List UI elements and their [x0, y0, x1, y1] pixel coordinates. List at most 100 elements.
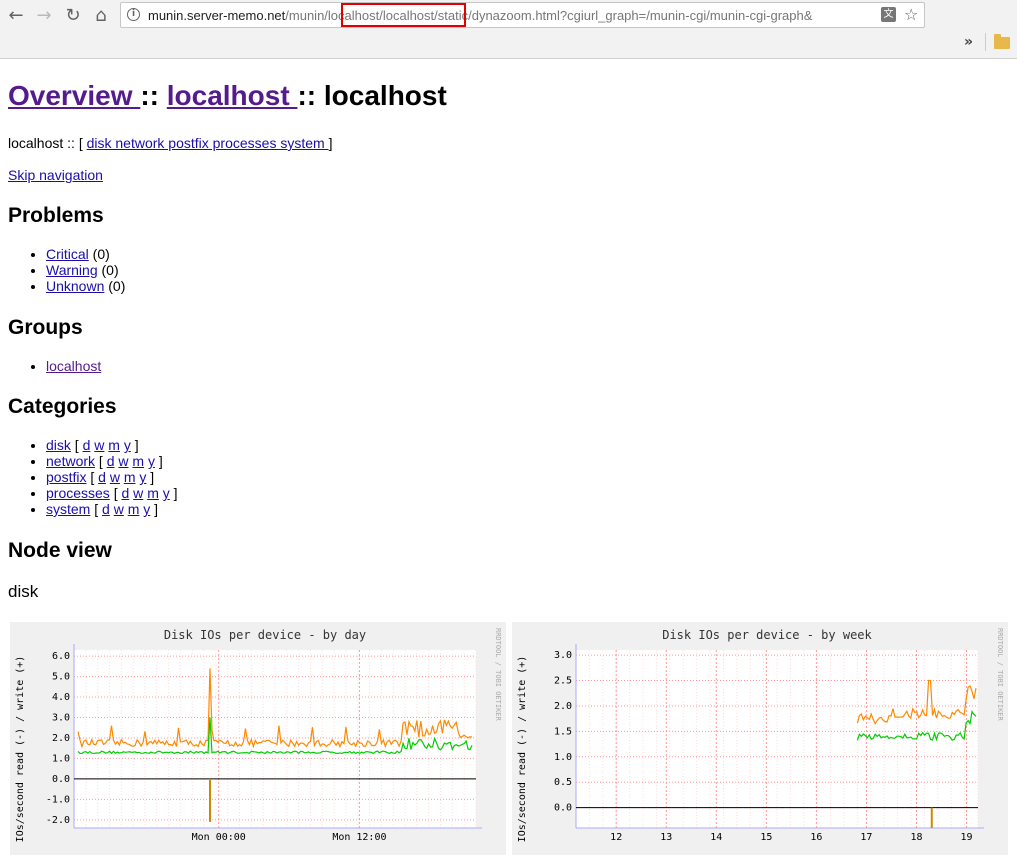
chart-title: Disk IOs per device - by day [164, 628, 366, 642]
y-tick-label: 1.0 [52, 753, 70, 764]
reload-icon[interactable]: ↻ [62, 4, 84, 26]
list-item: localhost [46, 358, 101, 374]
arrow-right-icon[interactable]: → [33, 4, 55, 26]
category-link-postfix[interactable]: postfix [46, 469, 86, 485]
problem-count: (0) [88, 246, 110, 262]
x-tick-label: 14 [710, 832, 722, 843]
bracket-close: ] [150, 501, 159, 517]
title-current: localhost [323, 80, 447, 111]
home-icon[interactable]: ⌂ [90, 4, 112, 26]
y-tick-label: 3.0 [554, 650, 572, 661]
categories-heading: Categories [8, 395, 117, 418]
period-link[interactable]: m [147, 485, 159, 501]
list-item: postfix [ d w m y ] [46, 469, 178, 485]
y-tick-label: 2.0 [554, 701, 572, 712]
url-host: munin.server-memo.net [148, 8, 286, 23]
warning-link[interactable]: Warning [46, 262, 98, 278]
list-item: Critical (0) [46, 246, 125, 262]
period-link[interactable]: w [118, 453, 128, 469]
folder-icon[interactable] [994, 34, 1010, 49]
period-link[interactable]: m [124, 469, 136, 485]
list-item: network [ d w m y ] [46, 453, 178, 469]
bookmarks-overflow-button[interactable]: » [964, 34, 973, 50]
period-link[interactable]: m [128, 501, 140, 517]
list-item: system [ d w m y ] [46, 501, 178, 517]
category-link-network[interactable]: network [46, 453, 95, 469]
disk-ios-week-graph[interactable]: Disk IOs per device - by week RRDTOOL / T… [512, 622, 1008, 855]
y-tick-label: 5.0 [52, 672, 70, 683]
disk-ios-day-graph[interactable]: Disk IOs per device - by day RRDTOOL / TO… [10, 622, 506, 855]
list-item: processes [ d w m y ] [46, 485, 178, 501]
category-link-system[interactable]: system [46, 501, 90, 517]
period-link[interactable]: w [110, 469, 120, 485]
url-text[interactable]: munin.server-memo.net/munin/localhost/lo… [148, 8, 878, 26]
plot-area [576, 650, 978, 828]
period-link[interactable]: y [148, 453, 155, 469]
period-link[interactable]: d [102, 501, 110, 517]
period-link[interactable]: w [94, 437, 104, 453]
x-tick-label: 12 [610, 832, 622, 843]
y-tick-label: 4.0 [52, 692, 70, 703]
y-tick-label: 6.0 [52, 651, 70, 662]
y-tick-label: -1.0 [46, 794, 70, 805]
problem-count: (0) [97, 262, 119, 278]
address-bar[interactable]: i munin.server-memo.net/munin/localhost/… [120, 2, 925, 28]
info-icon[interactable]: i [127, 8, 140, 21]
list-item: Unknown (0) [46, 278, 125, 294]
bracket-close: ] [146, 469, 155, 485]
overview-link[interactable]: Overview [8, 80, 140, 111]
x-tick-label: 19 [961, 832, 973, 843]
bracket-open: [ [70, 437, 83, 453]
group-link-localhost[interactable]: localhost [46, 358, 101, 374]
categories-list: disk [ d w m y ]network [ d w m y ]postf… [8, 437, 178, 517]
period-link[interactable]: y [163, 485, 170, 501]
category-links[interactable]: disk network postfix processes system [87, 135, 329, 151]
period-link[interactable]: w [133, 485, 143, 501]
url-highlight-box [341, 3, 466, 27]
page-title: Overview :: localhost :: localhost [8, 80, 447, 112]
y-tick-label: 2.5 [554, 676, 572, 687]
url-path-1: /munin/ [285, 8, 328, 23]
localhost-group-link[interactable]: localhost [167, 80, 298, 111]
period-link[interactable]: d [121, 485, 129, 501]
x-tick-label: 13 [660, 832, 672, 843]
period-link[interactable]: y [124, 437, 131, 453]
y-tick-label: 1.0 [554, 752, 572, 763]
x-tick-label: Mon 00:00 [192, 832, 246, 843]
period-link[interactable]: w [114, 501, 124, 517]
title-separator: :: [140, 80, 167, 111]
y-tick-label: 3.0 [52, 713, 70, 724]
browser-toolbar: ← → ↻ ⌂ i munin.server-memo.net/munin/lo… [0, 0, 1017, 59]
url-path-3: /static/dynazoom.html?cgiurl_graph=/muni… [434, 8, 813, 23]
period-link[interactable]: m [132, 453, 144, 469]
unknown-link[interactable]: Unknown [46, 278, 104, 294]
y-tick-label: 0.5 [554, 777, 572, 788]
groups-list: localhost [8, 358, 101, 374]
x-tick-label: 16 [810, 832, 822, 843]
x-tick-label: 15 [760, 832, 772, 843]
problem-count: (0) [104, 278, 126, 294]
skip-navigation-link[interactable]: Skip navigation [8, 167, 103, 183]
node-view-heading: Node view [8, 539, 112, 562]
list-item: Warning (0) [46, 262, 125, 278]
period-link[interactable]: d [107, 453, 115, 469]
period-link[interactable]: d [98, 469, 106, 485]
bracket-open: [ [95, 453, 107, 469]
category-link-disk[interactable]: disk [46, 437, 71, 453]
bracket-close: ] [154, 453, 163, 469]
arrow-left-icon[interactable]: ← [5, 4, 27, 26]
y-tick-label: 0.0 [52, 774, 70, 785]
page-content: Overview :: localhost :: localhost local… [0, 58, 1017, 855]
breadcrumb: localhost :: [ disk network postfix proc… [8, 135, 332, 151]
translate-icon[interactable]: 文 [881, 7, 896, 22]
period-link[interactable]: m [108, 437, 120, 453]
period-link[interactable]: d [83, 437, 91, 453]
critical-link[interactable]: Critical [46, 246, 89, 262]
bookmarks-divider [985, 33, 986, 51]
problems-list: Critical (0) Warning (0) Unknown (0) [8, 246, 125, 294]
bracket-open: [ [86, 469, 99, 485]
x-tick-label: Mon 12:00 [332, 832, 386, 843]
category-link-processes[interactable]: processes [46, 485, 110, 501]
rrdtool-credit: RRDTOOL / TOBI OETIKER [494, 628, 502, 722]
star-icon[interactable]: ☆ [904, 5, 918, 24]
